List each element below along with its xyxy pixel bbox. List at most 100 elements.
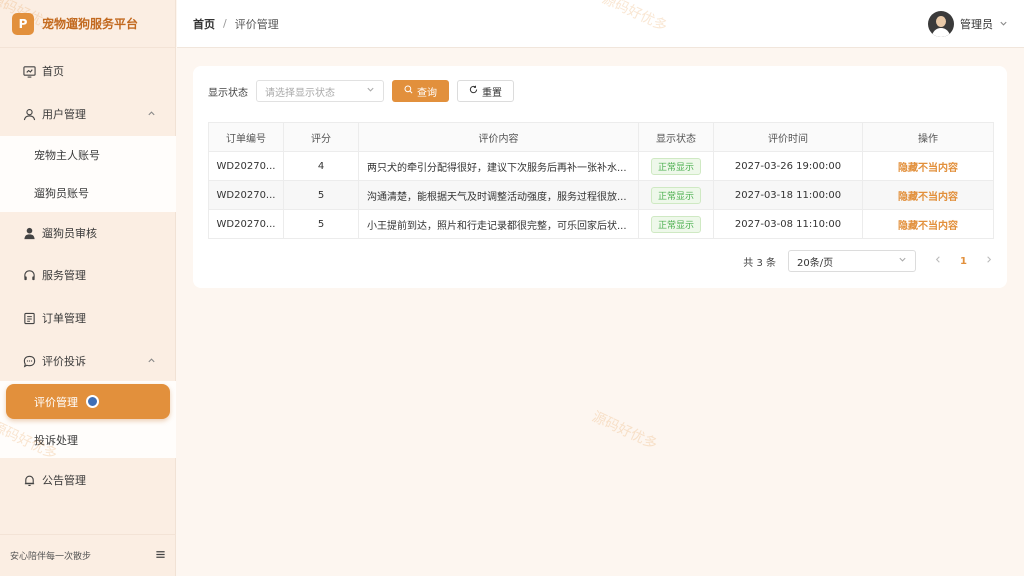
score-cell: 5: [283, 209, 359, 239]
status-cell: 正常显示: [638, 180, 714, 210]
user-menu[interactable]: 管理员: [928, 11, 1008, 37]
score-cell: 5: [283, 180, 359, 210]
sidebar-item-order-mgmt[interactable]: 订单管理: [0, 298, 176, 338]
page-number[interactable]: 1: [960, 256, 967, 267]
avatar[interactable]: [928, 11, 954, 37]
sidebar-item-review-mgmt[interactable]: 评价管理: [6, 384, 170, 419]
order-id-cell: WD20270...: [208, 209, 284, 239]
column-header: 评价内容: [358, 122, 639, 152]
sidebar-item-pet-owner[interactable]: 宠物主人账号: [0, 136, 176, 174]
order-id-cell: WD20270...: [208, 180, 284, 210]
page-size-select[interactable]: 20条/页: [788, 250, 917, 272]
user-icon: [22, 107, 36, 121]
pagination: 共 3 条 20条/页 1: [743, 250, 993, 272]
person-badge-icon: [22, 226, 36, 240]
sidebar-item-label: 评价管理: [34, 395, 78, 409]
sidebar-item-label: 评价投诉: [42, 355, 86, 368]
headset-icon: [22, 268, 36, 282]
user-name[interactable]: 管理员: [960, 16, 993, 32]
column-header: 显示状态: [638, 122, 714, 152]
breadcrumb-separator: /: [223, 17, 227, 30]
sidebar-item-review-complaint[interactable]: 评价投诉: [0, 341, 176, 381]
column-header: 操作: [862, 122, 994, 152]
sidebar-item-label: 公告管理: [42, 474, 86, 487]
column-header: 评价时间: [713, 122, 863, 152]
active-indicator-dot: [86, 395, 99, 408]
chevron-down-icon[interactable]: [999, 17, 1008, 31]
status-select-placeholder: 请选择显示状态: [265, 87, 335, 99]
hide-content-button[interactable]: 隐藏不当内容: [898, 192, 958, 203]
brand-logo: P: [12, 12, 34, 35]
table-header-row: 订单编号 评分 评价内容 显示状态 评价时间 操作: [208, 122, 994, 152]
query-button[interactable]: 查询: [392, 80, 449, 102]
content-cell: 小王提前到达，照片和行走记录都很完整，可乐回家后状...: [358, 209, 639, 239]
status-filter-label: 显示状态: [208, 87, 248, 99]
order-id-cell: WD20270...: [208, 151, 284, 181]
sidebar-item-label: 订单管理: [42, 312, 86, 325]
prev-page-icon[interactable]: [934, 255, 942, 267]
chat-bubble-icon: [22, 354, 36, 368]
sidebar-item-walker-account[interactable]: 遛狗员账号: [0, 174, 176, 212]
brand-title: 宠物遛狗服务平台: [42, 17, 139, 31]
chevron-down-icon: [366, 85, 375, 97]
reset-button[interactable]: 重置: [457, 80, 514, 102]
review-table: 订单编号 评分 评价内容 显示状态 评价时间 操作 WD20270... 4 两…: [208, 122, 994, 239]
menu-toggle-icon[interactable]: [155, 549, 166, 563]
score-cell: 4: [283, 151, 359, 181]
refresh-icon: [469, 85, 478, 97]
total-count: 共 3 条: [743, 257, 777, 269]
chevron-down-icon: [898, 255, 907, 267]
time-cell: 2027-03-18 11:00:00: [713, 180, 863, 210]
top-header: 首页 / 评价管理 管理员: [177, 0, 1024, 48]
action-cell: 隐藏不当内容: [862, 180, 994, 210]
sidebar-item-home[interactable]: 首页: [0, 51, 176, 91]
review-card: 显示状态 请选择显示状态 查询 重置 订单编号 评分 评价内容 显示状态 评价时…: [193, 66, 1007, 288]
status-cell: 正常显示: [638, 209, 714, 239]
next-page-icon[interactable]: [985, 255, 993, 267]
action-cell: 隐藏不当内容: [862, 209, 994, 239]
table-row: WD20270... 5 小王提前到达，照片和行走记录都很完整，可乐回家后状..…: [208, 209, 994, 239]
sidebar-item-user-mgmt[interactable]: 用户管理: [0, 94, 176, 134]
reset-label: 重置: [482, 87, 502, 99]
search-icon: [404, 85, 413, 97]
sidebar: P 宠物遛狗服务平台 首页 用户管理 宠物主人账号 遛狗员账号 遛狗员审核 服务…: [0, 0, 176, 576]
breadcrumb-current: 评价管理: [234, 17, 279, 31]
breadcrumb-home[interactable]: 首页: [193, 16, 215, 32]
bell-icon: [22, 473, 36, 487]
table-row: WD20270... 5 沟通清楚，能根据天气及时调整活动强度，服务过程很放..…: [208, 180, 994, 210]
hide-content-button[interactable]: 隐藏不当内容: [898, 163, 958, 174]
sidebar-item-label: 服务管理: [42, 269, 86, 282]
query-label: 查询: [417, 87, 437, 99]
chevron-up-icon: [147, 108, 156, 121]
column-header: 订单编号: [208, 122, 284, 152]
brand: P 宠物遛狗服务平台: [0, 0, 175, 48]
document-icon: [22, 311, 36, 325]
sidebar-item-walker-review[interactable]: 遛狗员审核: [0, 213, 176, 253]
watermark: 源码好优多: [589, 408, 660, 453]
sidebar-item-label: 首页: [42, 65, 64, 78]
dashboard-icon: [22, 64, 36, 78]
time-cell: 2027-03-08 11:10:00: [713, 209, 863, 239]
status-badge: 正常显示: [650, 157, 701, 175]
action-cell: 隐藏不当内容: [862, 151, 994, 181]
column-header: 评分: [283, 122, 359, 152]
time-cell: 2027-03-26 19:00:00: [713, 151, 863, 181]
status-select[interactable]: 请选择显示状态: [256, 80, 384, 102]
table-row: WD20270... 4 两只犬的牵引分配得很好，建议下次服务后再补一张补水..…: [208, 151, 994, 181]
filter-bar: 显示状态 请选择显示状态 查询 重置: [208, 80, 514, 102]
footer-slogan: 安心陪伴每一次散步: [10, 552, 92, 562]
content-cell: 两只犬的牵引分配得很好，建议下次服务后再补一张补水...: [358, 151, 639, 181]
status-badge: 正常显示: [650, 186, 701, 204]
chevron-up-icon: [147, 355, 156, 368]
sidebar-footer: 安心陪伴每一次散步: [0, 534, 176, 576]
sidebar-item-label: 遛狗员审核: [42, 227, 97, 240]
hide-content-button[interactable]: 隐藏不当内容: [898, 221, 958, 232]
sidebar-item-service-mgmt[interactable]: 服务管理: [0, 255, 176, 295]
sidebar-item-complaint-handle[interactable]: 投诉处理: [0, 421, 176, 459]
status-cell: 正常显示: [638, 151, 714, 181]
content-cell: 沟通清楚，能根据天气及时调整活动强度，服务过程很放...: [358, 180, 639, 210]
status-badge: 正常显示: [650, 215, 701, 233]
sidebar-item-label: 用户管理: [42, 108, 86, 121]
page-size-value: 20条/页: [797, 257, 834, 269]
sidebar-item-notice-mgmt[interactable]: 公告管理: [0, 460, 176, 500]
